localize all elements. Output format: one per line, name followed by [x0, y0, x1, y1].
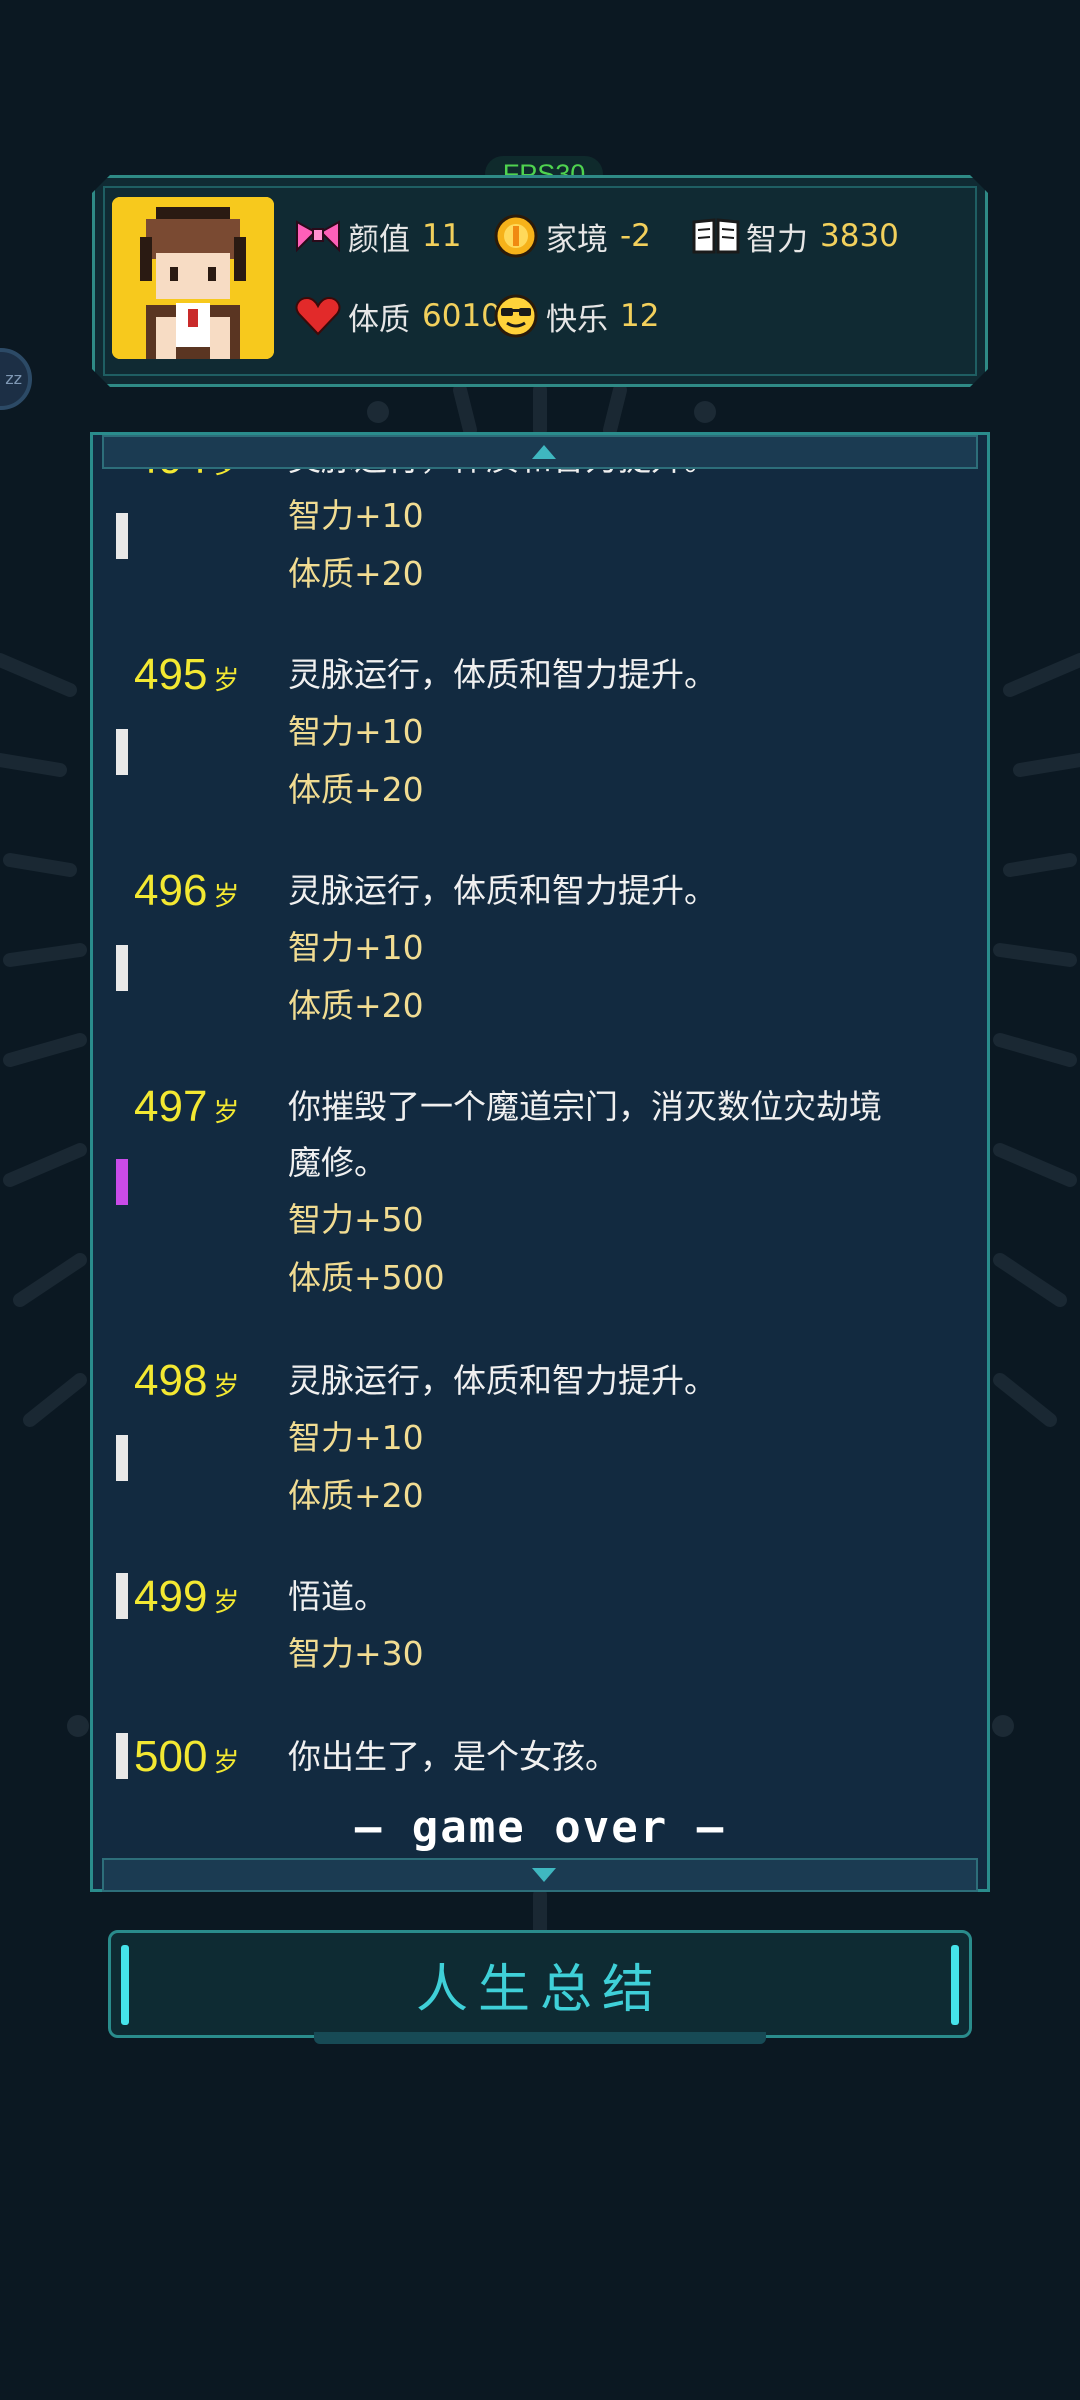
grade-marker [116, 1733, 128, 1779]
effect-line: 智力+10 [288, 1418, 424, 1457]
stat-label: 智力 [746, 221, 808, 258]
stat-constitution: 体质 6010 [294, 288, 501, 344]
effect-line: 智力+10 [288, 928, 424, 967]
effect-line: 体质+20 [288, 986, 424, 1025]
stat-intelligence: 智力 3830 [692, 208, 899, 264]
life-summary-button[interactable]: 人生总结 [108, 1930, 972, 2038]
bow-icon [294, 212, 342, 260]
stat-value: 3830 [820, 218, 899, 254]
grade-marker [116, 1159, 128, 1205]
heart-icon [294, 292, 342, 340]
stat-value: 12 [620, 298, 660, 334]
event-description: 灵脉运行，体质和智力提升。 [288, 655, 717, 694]
effect-line: 智力+50 [288, 1200, 424, 1239]
event-description: 悟道。 [288, 1577, 387, 1616]
event-description: 魔修。 [288, 1143, 387, 1182]
summary-button-label: 人生总结 [415, 1959, 664, 2020]
grade-marker [116, 729, 128, 775]
button-base [314, 2032, 766, 2044]
event-description: 灵脉运行，体质和智力提升。 [288, 1361, 717, 1400]
event-description: 你出生了，是个女孩。 [288, 1737, 618, 1776]
sunglasses-emoji-icon [492, 292, 540, 340]
event-description: 灵脉运行，体质和智力提升。 [288, 871, 717, 910]
stat-value: 11 [422, 218, 462, 254]
event-description: 你摧毁了一个魔道宗门，消灭数位灾劫境 [288, 1087, 882, 1126]
age-label: 500 岁 [134, 1732, 240, 1781]
age-label: 497 岁 [134, 1082, 240, 1131]
book-icon [692, 212, 740, 260]
stat-value: -2 [620, 218, 651, 254]
age-label: 494岁 [134, 469, 239, 487]
effect-line: 体质+20 [288, 770, 424, 809]
stat-value: 6010 [422, 298, 501, 334]
button-cap-left [121, 1945, 129, 2025]
stat-appearance: 颜值 11 [294, 208, 461, 264]
effect-line: 体质+20 [288, 554, 424, 593]
effect-line: 智力+10 [288, 712, 424, 751]
arrow-up-icon [532, 445, 556, 459]
scroll-down-button[interactable] [102, 1858, 978, 1892]
grade-marker [116, 513, 128, 559]
stat-label: 体质 [348, 301, 410, 338]
button-cap-right [951, 1945, 959, 2025]
age-label: 495 岁 [134, 650, 240, 699]
age-label: 496 岁 [134, 866, 240, 915]
effect-line: 智力+10 [288, 496, 424, 535]
age-label: 498 岁 [134, 1356, 240, 1405]
game-over-banner: — game over — [354, 1802, 726, 1853]
age-label: 499 岁 [134, 1572, 240, 1621]
effect-line: 体质+20 [288, 1476, 424, 1515]
stat-family: 家境 -2 [492, 208, 651, 264]
scroll-up-button[interactable] [102, 435, 978, 469]
event-description: 灵脉运行，体质和智力提升。 [288, 469, 968, 487]
stat-happiness: 快乐 12 [492, 288, 659, 344]
effect-line: 智力+30 [288, 1634, 424, 1673]
grade-marker [116, 945, 128, 991]
grade-marker [116, 1573, 128, 1619]
coin-icon [492, 212, 540, 260]
life-log-list[interactable]: 494岁 灵脉运行，体质和智力提升。 智力+10 体质+20 495岁 灵脉运行… [96, 469, 984, 1859]
arrow-down-icon [532, 1868, 556, 1882]
stat-label: 快乐 [546, 301, 608, 338]
stat-label: 家境 [546, 221, 608, 258]
stat-label: 颜值 [348, 221, 410, 258]
effect-line: 体质+500 [288, 1258, 445, 1297]
player-avatar [112, 197, 274, 359]
grade-marker [116, 1435, 128, 1481]
